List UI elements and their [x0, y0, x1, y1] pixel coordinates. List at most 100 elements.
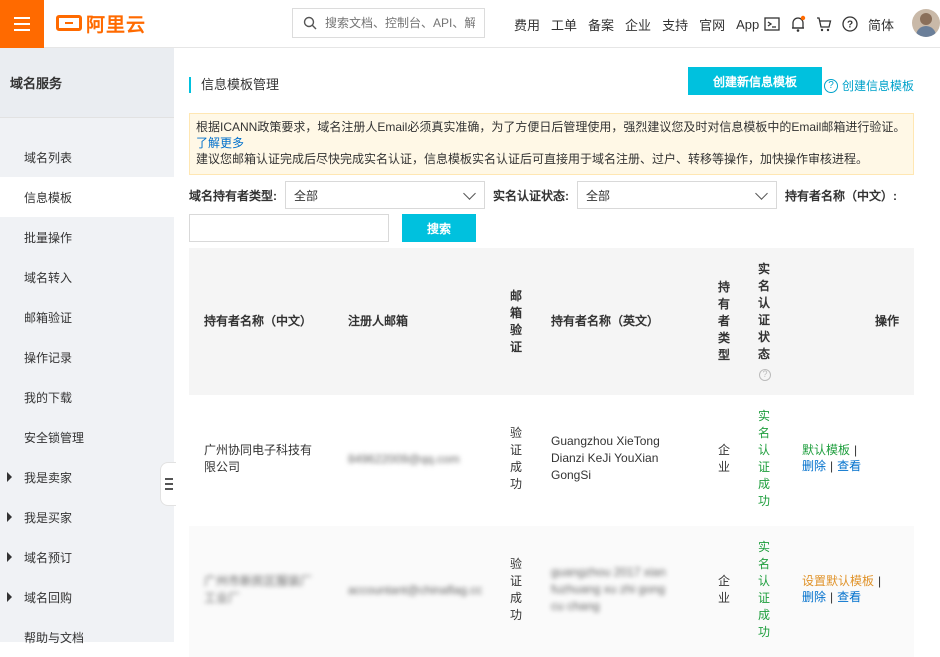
holder-name-input[interactable] — [189, 214, 389, 242]
sidebar-item-buyback[interactable]: 域名回购 — [0, 577, 174, 617]
logo-text: 阿里云 — [86, 14, 147, 36]
cell-holder-cn: 广州市新民区服装厂工业厂 — [204, 574, 313, 605]
sidebar-item-seller[interactable]: 我是卖家 — [0, 457, 174, 497]
learn-more-link[interactable]: 了解更多 — [196, 136, 244, 150]
sidebar-item-info-template[interactable]: 信息模板 — [0, 177, 174, 217]
sidebar-item-label: 我是卖家 — [24, 470, 73, 485]
sidebar-item-security-lock[interactable]: 安全锁管理 — [0, 417, 174, 457]
bell-icon[interactable] — [790, 15, 806, 33]
sidebar-item-email-verify[interactable]: 邮箱验证 — [0, 297, 174, 337]
sidebar-item-label: 操作记录 — [24, 350, 73, 365]
nav-link-icp[interactable]: 备案 — [588, 15, 614, 34]
view-link[interactable]: 查看 — [837, 459, 861, 473]
cell-email-verify: 验证成功 — [509, 557, 522, 622]
question-icon: ? — [824, 78, 838, 93]
search-input[interactable] — [325, 16, 475, 30]
cell-verify-status: 实名认证成功 — [757, 540, 770, 639]
cell-actions: 默认模板 | 删除 | 查看 — [802, 443, 862, 473]
sidebar-item-label: 批量操作 — [24, 230, 73, 245]
sidebar-item-downloads[interactable]: 我的下载 — [0, 377, 174, 417]
verify-status-select[interactable]: 全部 — [577, 181, 777, 209]
cell-holder-type: 企业 — [717, 574, 730, 605]
cell-actions: 设置默认模板 | 删除 | 查看 — [802, 574, 882, 604]
cart-icon[interactable] — [816, 16, 832, 32]
th-holder-en: 持有者名称（英文） — [551, 314, 660, 328]
default-template-label: 默认模板 — [802, 443, 851, 457]
sidebar-item-label: 信息模板 — [24, 190, 73, 205]
top-icons: ? 简体 — [764, 0, 894, 48]
avatar[interactable] — [912, 9, 940, 37]
set-default-template-link[interactable]: 设置默认模板 — [802, 574, 874, 588]
icann-notice: 根据ICANN政策要求，域名注册人Email必须真实准确，为了方便日后管理使用，… — [189, 113, 914, 175]
sidebar-item-transfer-in[interactable]: 域名转入 — [0, 257, 174, 297]
verify-status-label: 实名认证状态: — [493, 189, 569, 203]
caret-right-icon — [7, 512, 12, 522]
terminal-icon[interactable] — [764, 16, 780, 32]
delete-link[interactable]: 删除 — [802, 590, 826, 604]
nav-link-ticket[interactable]: 工单 — [551, 15, 577, 34]
sidebar-item-help-docs[interactable]: 帮助与文档 — [0, 617, 174, 657]
notice-line-1: 根据ICANN政策要求，域名注册人Email必须真实准确，为了方便日后管理使用，… — [196, 120, 906, 134]
holder-type-label: 域名持有者类型: — [189, 189, 277, 203]
sidebar-item-label: 域名回购 — [24, 590, 73, 605]
nav-link-official[interactable]: 官网 — [699, 15, 725, 34]
nav-link-enterprise[interactable]: 企业 — [625, 15, 651, 34]
cell-holder-en: Guangzhou XieTong Dianzi KeJi YouXian Go… — [551, 434, 660, 482]
sidebar-item-label: 安全锁管理 — [24, 430, 85, 445]
search-icon — [303, 16, 317, 30]
sidebar-item-label: 我是买家 — [24, 510, 73, 525]
menu-icon[interactable] — [0, 0, 44, 48]
sidebar-item-label: 域名预订 — [24, 550, 73, 565]
sidebar-item-reserve[interactable]: 域名预订 — [0, 537, 174, 577]
create-template-button[interactable]: 创建新信息模板 — [688, 67, 822, 95]
aliyun-logo[interactable]: 阿里云 — [56, 11, 147, 36]
caret-right-icon — [7, 592, 12, 602]
help-link-label: 创建信息模板 — [842, 79, 915, 93]
sidebar-collapse-handle[interactable] — [160, 462, 176, 506]
help-icon[interactable]: ? — [842, 16, 858, 32]
th-actions: 操作 — [875, 314, 900, 328]
aliyun-logo-mark — [56, 15, 82, 31]
nav-link-support[interactable]: 支持 — [662, 15, 688, 34]
sidebar-item-label: 我的下载 — [24, 390, 73, 405]
sidebar-item-domain-list[interactable]: 域名列表 — [0, 137, 174, 177]
th-email-verify: 邮箱验证 — [509, 289, 522, 354]
cell-holder-cn: 广州协同电子科技有限公司 — [204, 443, 313, 474]
sidebar-item-buyer[interactable]: 我是买家 — [0, 497, 174, 537]
question-icon[interactable]: ? — [759, 368, 771, 381]
sidebar-item-op-log[interactable]: 操作记录 — [0, 337, 174, 377]
page-title: 信息模板管理 — [189, 77, 279, 93]
nav-link-fee[interactable]: 费用 — [514, 15, 540, 34]
cell-email-verify: 验证成功 — [509, 426, 522, 491]
caret-right-icon — [7, 552, 12, 562]
th-verify-status: 实名认证状态 — [757, 262, 770, 361]
table-row: 广州协同电子科技有限公司 849622009@qq.com 验证成功 Guang… — [189, 395, 914, 526]
create-template-help-link[interactable]: ? 创建信息模板 — [824, 77, 914, 94]
th-email: 注册人邮箱 — [348, 314, 409, 328]
cell-email: accountant@chinaflag.cc — [348, 583, 483, 597]
caret-right-icon — [7, 472, 12, 482]
holder-type-select[interactable]: 全部 — [285, 181, 485, 209]
cell-email: 849622009@qq.com — [348, 452, 460, 466]
delete-link[interactable]: 删除 — [802, 459, 826, 473]
table-header: 持有者名称（中文） 注册人邮箱 邮箱验证 持有者名称（英文） 持有者类型 实名认… — [189, 248, 914, 395]
cell-holder-en: guangzhou 2017 xian fuzhuang xu zhi gong… — [551, 565, 666, 613]
nav-link-app[interactable]: App — [736, 17, 759, 32]
holder-type-value: 全部 — [294, 188, 319, 203]
chevron-down-icon — [755, 187, 768, 200]
language-switch[interactable]: 简体 — [868, 15, 894, 34]
sidebar-item-label: 邮箱验证 — [24, 310, 73, 325]
view-link[interactable]: 查看 — [837, 590, 861, 604]
sidebar-item-batch[interactable]: 批量操作 — [0, 217, 174, 257]
sidebar-item-label: 帮助与文档 — [24, 630, 85, 645]
top-bar: 阿里云 费用 工单 备案 企业 支持 官网 App ? 简体 — [0, 0, 940, 48]
search-button[interactable]: 搜索 — [402, 214, 476, 242]
sidebar-item-label: 域名转入 — [24, 270, 73, 285]
svg-text:?: ? — [847, 20, 853, 31]
sidebar: 域名服务 域名列表 信息模板 批量操作 域名转入 邮箱验证 操作记录 我的下载 … — [0, 48, 174, 645]
table-row: 广州市新民区服装厂工业厂 accountant@chinaflag.cc 验证成… — [189, 526, 914, 657]
chevron-down-icon — [463, 187, 476, 200]
th-holder-cn: 持有者名称（中文） — [204, 314, 313, 328]
global-search[interactable] — [292, 8, 485, 38]
notice-line-2: 建议您邮箱认证完成后尽快完成实名认证，信息模板实名认证后可直接用于域名注册、过户… — [196, 152, 869, 166]
